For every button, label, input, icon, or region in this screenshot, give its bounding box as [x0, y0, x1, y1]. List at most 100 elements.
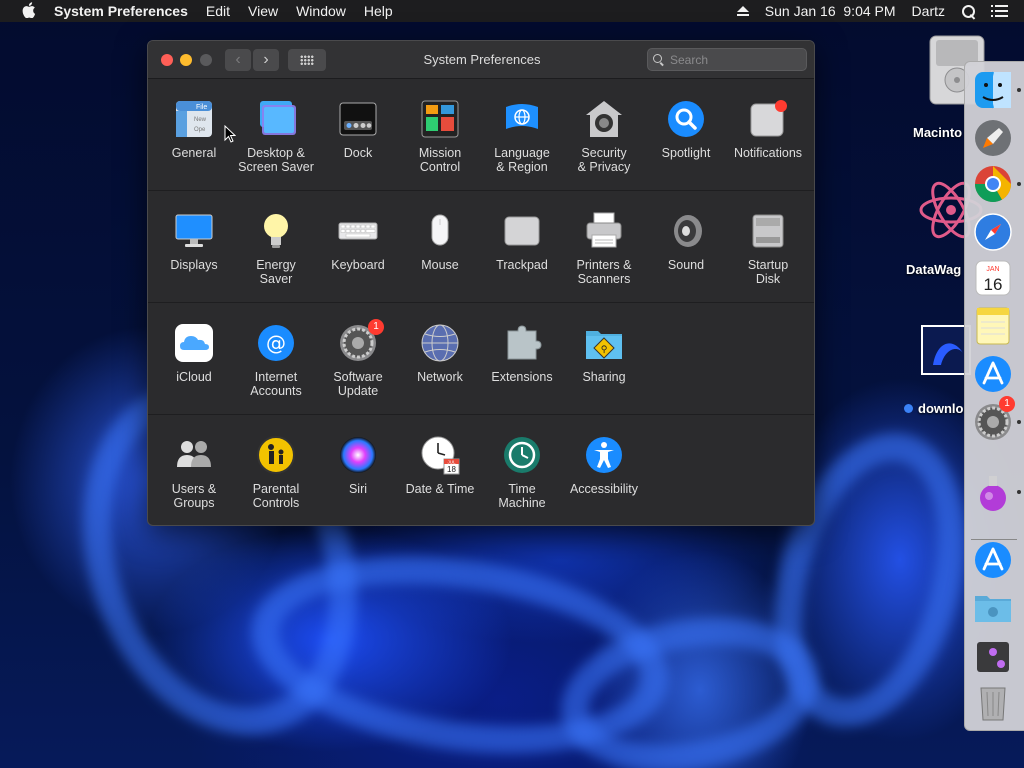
dock-item-app-store[interactable]	[973, 354, 1011, 392]
search-field[interactable]	[647, 48, 807, 71]
pane-desktop-screen-saver[interactable]: Desktop & Screen Saver	[236, 99, 316, 174]
menu-bar: System Preferences Edit View Window Help…	[0, 0, 1024, 22]
dock-item-launchpad[interactable]	[973, 118, 1011, 156]
menu-edit[interactable]: Edit	[206, 3, 230, 19]
pane-mouse[interactable]: Mouse	[400, 211, 480, 272]
menu-help[interactable]: Help	[364, 3, 393, 19]
menu-clock[interactable]: Sun Jan 16 9:04 PM	[765, 3, 896, 19]
dock-item-app-store-2[interactable]	[973, 540, 1011, 578]
dock: JAN 16 1	[964, 61, 1024, 731]
notification-center-icon[interactable]	[991, 5, 1008, 17]
menu-window[interactable]: Window	[296, 3, 346, 19]
dock-item-safari[interactable]	[973, 212, 1012, 251]
pane-extensions[interactable]: Extensions	[482, 323, 562, 384]
globe-icon	[420, 323, 460, 363]
pane-label: Security & Privacy	[577, 146, 631, 174]
parental-icon	[256, 435, 296, 475]
dock-item-installer[interactable]	[973, 472, 1011, 511]
folder-sign-icon: ⚲	[584, 323, 624, 363]
pane-mission-control[interactable]: Mission Control	[400, 99, 480, 174]
pane-accessibility[interactable]: Accessibility	[564, 435, 644, 496]
pane-time-machine[interactable]: Time Machine	[482, 435, 562, 510]
app-store-icon	[973, 540, 1011, 585]
pane-label: Siri	[348, 482, 368, 496]
pane-sharing[interactable]: ⚲ Sharing	[564, 323, 644, 384]
dock-item-recent-item[interactable]	[973, 636, 1011, 674]
pane-security-privacy[interactable]: Security & Privacy	[564, 99, 644, 174]
pane-label: Notifications	[733, 146, 803, 160]
dock-item-downloads-folder[interactable]	[973, 588, 1011, 626]
menu-view[interactable]: View	[248, 3, 278, 19]
window-titlebar: ‹ › System Preferences	[148, 41, 814, 79]
eject-icon[interactable]	[736, 6, 749, 16]
calendar-icon: JAN 16	[973, 258, 1011, 303]
pane-siri[interactable]: Siri	[318, 435, 398, 496]
finder-icon	[973, 70, 1011, 115]
apple-menu-icon[interactable]	[19, 1, 39, 21]
accessibility-icon	[584, 435, 624, 475]
pane-label: Mission Control	[418, 146, 462, 174]
pane-sound[interactable]: Sound	[646, 211, 726, 272]
pane-label: Energy Saver	[256, 258, 296, 286]
svg-text:@: @	[266, 331, 286, 355]
time-machine-icon	[502, 435, 542, 475]
chrome-icon	[973, 164, 1011, 209]
dock-item-notes[interactable]	[973, 306, 1011, 345]
pane-trackpad[interactable]: Trackpad	[482, 211, 562, 272]
pane-section-personal: File New Ope General Desktop & Screen Saver D…	[148, 79, 814, 191]
keyboard-icon	[338, 211, 378, 251]
pane-language-region[interactable]: Language & Region	[482, 99, 562, 174]
desktop-icon	[256, 99, 296, 139]
pane-parental-controls[interactable]: Parental Controls	[236, 435, 316, 510]
pane-keyboard[interactable]: Keyboard	[318, 211, 398, 272]
pane-label: Sound	[667, 258, 705, 272]
pane-dock[interactable]: Dock	[318, 99, 398, 160]
dock-item-finder[interactable]	[973, 70, 1011, 109]
menu-user[interactable]: Dartz	[912, 3, 945, 19]
speaker-icon	[666, 211, 706, 251]
pane-printers-scanners[interactable]: Printers & Scanners	[564, 211, 644, 286]
clock-calendar-icon: JUL 18	[420, 435, 460, 475]
pane-users-groups[interactable]: Users & Groups	[154, 435, 234, 510]
update-count-badge: 1	[368, 319, 384, 335]
pane-label: Sharing	[582, 370, 626, 384]
at-sign-icon: @	[256, 323, 296, 363]
pane-label: Parental Controls	[252, 482, 300, 510]
menu-app-name[interactable]: System Preferences	[54, 3, 188, 19]
pane-network[interactable]: Network	[400, 323, 480, 384]
pane-startup-disk[interactable]: Startup Disk	[728, 211, 808, 286]
pane-label: Software Update	[333, 370, 383, 398]
pane-spotlight[interactable]: Spotlight	[646, 99, 726, 160]
pane-label: Startup Disk	[747, 258, 789, 286]
system-preferences-window: ‹ › System Preferences File New Ope General…	[147, 40, 815, 526]
pane-software-update[interactable]: 1 Software Update	[318, 319, 398, 398]
stack-icon	[973, 636, 1011, 681]
pane-section-system: Users & Groups Parental Controls Siri JUL 18…	[148, 415, 814, 525]
svg-text:16: 16	[984, 275, 1003, 294]
spotlight-search-icon[interactable]	[961, 4, 976, 19]
dock-item-calendar[interactable]: JAN 16	[973, 258, 1011, 296]
app-store-icon	[973, 354, 1011, 399]
dock-item-chrome[interactable]	[973, 164, 1011, 203]
svg-text:Ope: Ope	[194, 127, 206, 133]
dock-item-system-preferences[interactable]: 1	[973, 396, 1015, 440]
pane-label: Displays	[170, 258, 218, 272]
svg-text:JAN: JAN	[986, 266, 999, 273]
search-input[interactable]	[670, 52, 800, 67]
running-indicator	[1017, 420, 1021, 424]
pane-notifications[interactable]: Notifications	[728, 99, 808, 160]
pane-date-time[interactable]: JUL 18 Date & Time	[400, 435, 480, 496]
pane-displays[interactable]: Displays	[154, 211, 234, 272]
dock-badge: 1	[999, 396, 1015, 412]
compass-icon	[973, 212, 1012, 257]
pane-internet-accounts[interactable]: @ Internet Accounts	[236, 323, 316, 398]
pane-energy-saver[interactable]: Energy Saver	[236, 211, 316, 286]
pane-icloud[interactable]: iCloud	[154, 323, 234, 384]
pane-label: Desktop & Screen Saver	[238, 146, 314, 174]
dock-item-trash[interactable]	[973, 682, 1011, 721]
mouse-pointer-icon	[224, 125, 236, 143]
pane-label: Time Machine	[498, 482, 546, 510]
siri-icon	[338, 435, 378, 475]
screenshot-file-icon	[933, 343, 963, 365]
pane-general[interactable]: File New Ope General	[154, 99, 234, 160]
